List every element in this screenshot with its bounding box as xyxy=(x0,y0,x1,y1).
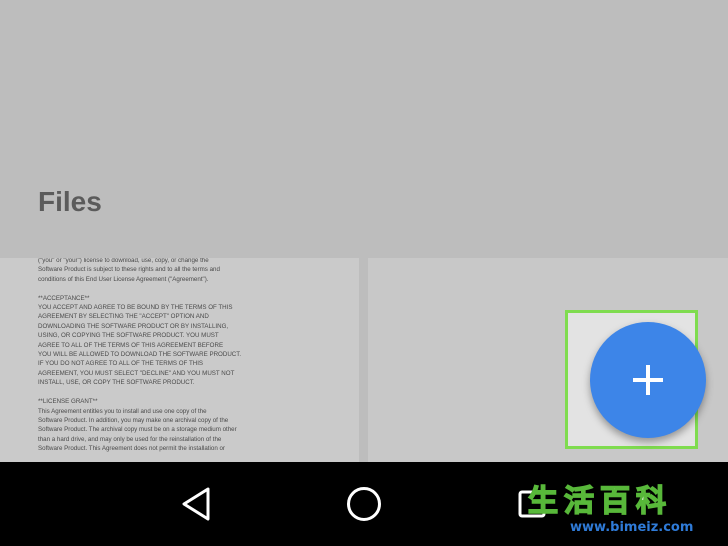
app-header: Files xyxy=(0,0,728,258)
page-title: Files xyxy=(38,186,102,217)
add-file-button[interactable] xyxy=(590,322,706,438)
watermark-chinese-text: 生活百科 xyxy=(527,484,672,519)
document-thumbnail[interactable]: ("you" or "your") license to download, u… xyxy=(0,258,359,462)
watermark-logo: 生活百科 www.bimeiz.com xyxy=(527,484,726,542)
card-divider xyxy=(359,258,368,462)
document-preview-text: ("you" or "your") license to download, u… xyxy=(38,258,242,453)
back-button[interactable] xyxy=(174,482,218,526)
home-circle-icon xyxy=(347,487,381,521)
back-triangle-icon xyxy=(182,487,210,521)
plus-icon xyxy=(633,365,663,395)
home-button[interactable] xyxy=(342,482,386,526)
watermark-url: www.bimeiz.com xyxy=(570,520,694,535)
